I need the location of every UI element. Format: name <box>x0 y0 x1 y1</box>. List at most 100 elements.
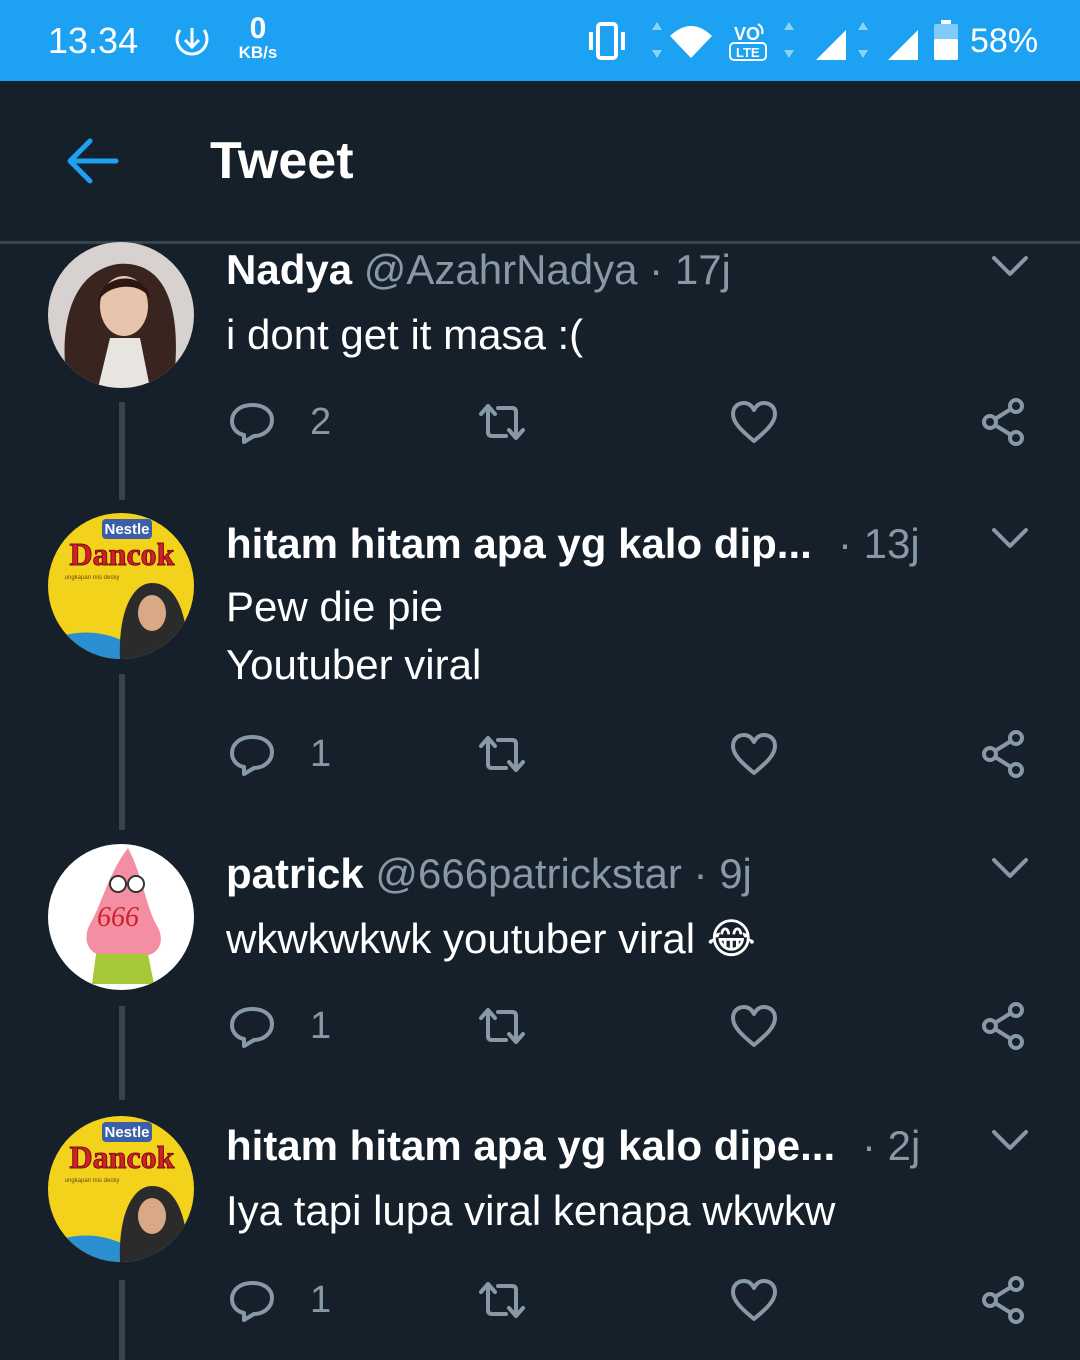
separator: · <box>649 246 664 293</box>
timestamp: 17j <box>674 246 731 293</box>
reply-icon <box>230 403 274 444</box>
clock: 13.34 <box>48 20 139 61</box>
like-button[interactable] <box>728 996 780 1056</box>
signal-icon: × <box>816 30 846 65</box>
timestamp: 13j <box>863 520 920 567</box>
reply-count: 1 <box>310 1004 332 1047</box>
reply-button[interactable]: 2 <box>226 392 331 452</box>
share-icon <box>982 1276 1024 1324</box>
like-button[interactable] <box>728 392 780 452</box>
tweet-header: hitam hitam apa yg kalo dip... <box>226 518 812 570</box>
tweet-text: i dont get it masa :( <box>226 311 584 358</box>
share-button[interactable] <box>978 1270 1030 1330</box>
share-icon <box>982 398 1024 446</box>
retweet-icon <box>479 404 525 440</box>
timestamp: 9j <box>719 850 752 897</box>
tweet-actions: 1 <box>0 724 1080 784</box>
user-handle[interactable]: @666patrickstar <box>375 850 681 897</box>
heart-icon <box>731 1005 777 1047</box>
separator: · <box>862 1122 876 1169</box>
user-handle[interactable]: @AzahrNadya <box>364 246 638 293</box>
battery-percent: 58% <box>970 22 1039 60</box>
network-speed: 0 KB/s <box>238 12 278 62</box>
display-name[interactable]: Nadya <box>226 246 352 293</box>
share-button[interactable] <box>978 392 1030 452</box>
tears-of-joy-emoji-icon: 😂 <box>706 915 756 962</box>
svg-text:ungkapan mis decky: ungkapan mis decky <box>65 1178 120 1184</box>
svg-text:666: 666 <box>97 902 139 933</box>
share-button[interactable] <box>978 724 1030 784</box>
share-icon <box>982 1002 1024 1050</box>
reply-icon <box>230 1281 274 1322</box>
share-icon <box>982 730 1024 778</box>
heart-icon <box>731 401 777 443</box>
status-bar: 13.34 0 KB/s VO LTE × × 58% <box>0 0 1080 81</box>
retweet-icon <box>479 1282 525 1318</box>
timestamp: 2j <box>887 1122 921 1169</box>
download-icon <box>175 28 209 56</box>
vibrate-icon <box>589 22 625 60</box>
reply-button[interactable]: 1 <box>226 724 331 784</box>
avatar[interactable]: 666 <box>48 844 194 990</box>
tweet-time: · 2j <box>862 1120 920 1172</box>
reply-button[interactable]: 1 <box>226 1270 331 1330</box>
svg-text:LTE: LTE <box>736 45 760 60</box>
share-button[interactable] <box>978 996 1030 1056</box>
tweet[interactable]: Nadya @AzahrNadya · 17j i dont get it ma… <box>0 240 1080 510</box>
wifi-icon <box>670 26 712 58</box>
heart-icon <box>731 733 777 775</box>
tweet-actions: 1 <box>0 996 1080 1056</box>
app-header: Tweet <box>0 81 1080 244</box>
arrow-left-icon[interactable] <box>62 135 122 187</box>
separator: · <box>693 850 708 897</box>
chevron-down-icon[interactable] <box>990 524 1030 554</box>
reply-icon <box>230 735 274 776</box>
retweet-icon <box>479 736 525 772</box>
retweet-button[interactable] <box>476 1270 528 1330</box>
tweet-text: Iya tapi lupa viral kenapa wkwkw <box>226 1187 836 1234</box>
tweet[interactable]: 666 patrick @666patrickstar · 9j wkwkwkw… <box>0 840 1080 1110</box>
tweet[interactable]: Nestle Dancok ungkapan mis decky hitam h… <box>0 1110 1080 1360</box>
retweet-icon <box>479 1008 525 1044</box>
tweet-header: Nadya @AzahrNadya · 17j <box>226 244 731 296</box>
separator: · <box>838 520 852 567</box>
tweet-actions: 2 <box>0 392 1080 452</box>
display-name[interactable]: hitam hitam apa yg kalo dip... <box>226 520 812 567</box>
reply-count: 2 <box>310 400 332 443</box>
svg-text:Dancok: Dancok <box>70 1139 175 1175</box>
retweet-button[interactable] <box>476 724 528 784</box>
avatar[interactable]: Nestle Dancok ungkapan mis decky <box>48 1116 194 1262</box>
svg-text:VO: VO <box>734 24 760 44</box>
avatar[interactable] <box>48 242 194 388</box>
retweet-button[interactable] <box>476 392 528 452</box>
display-name[interactable]: patrick <box>226 850 364 897</box>
tweet-header: patrick @666patrickstar · 9j <box>226 848 752 900</box>
volte-icon: VO LTE <box>729 23 767 61</box>
chevron-down-icon[interactable] <box>990 1126 1030 1156</box>
status-icons: VO LTE × × <box>589 22 918 65</box>
tweet-time: · 13j <box>838 518 920 570</box>
battery-icon <box>934 20 958 60</box>
svg-text:×: × <box>836 49 844 65</box>
page-title: Tweet <box>210 132 354 190</box>
svg-text:Dancok: Dancok <box>70 536 175 572</box>
avatar[interactable]: Nestle Dancok ungkapan mis decky <box>48 513 194 659</box>
tweet-actions: 1 <box>0 1270 1080 1330</box>
tweet-text: Pew die pie Youtuber viral <box>226 583 482 688</box>
svg-text:ungkapan mis decky: ungkapan mis decky <box>65 575 120 581</box>
reply-count: 1 <box>310 1278 332 1321</box>
heart-icon <box>731 1279 777 1321</box>
tweet[interactable]: Nestle Dancok ungkapan mis decky hitam h… <box>0 510 1080 840</box>
reply-button[interactable]: 1 <box>226 996 331 1056</box>
svg-text:×: × <box>908 49 916 65</box>
like-button[interactable] <box>728 1270 780 1330</box>
like-button[interactable] <box>728 724 780 784</box>
retweet-button[interactable] <box>476 996 528 1056</box>
reply-icon <box>230 1007 274 1048</box>
chevron-down-icon[interactable] <box>990 252 1030 282</box>
reply-count: 1 <box>310 732 332 775</box>
tweet-header: hitam hitam apa yg kalo dipe... <box>226 1120 835 1172</box>
tweet-text: wkwkwkwk youtuber viral 😂 <box>226 915 756 962</box>
chevron-down-icon[interactable] <box>990 854 1030 884</box>
display-name[interactable]: hitam hitam apa yg kalo dipe... <box>226 1122 835 1169</box>
